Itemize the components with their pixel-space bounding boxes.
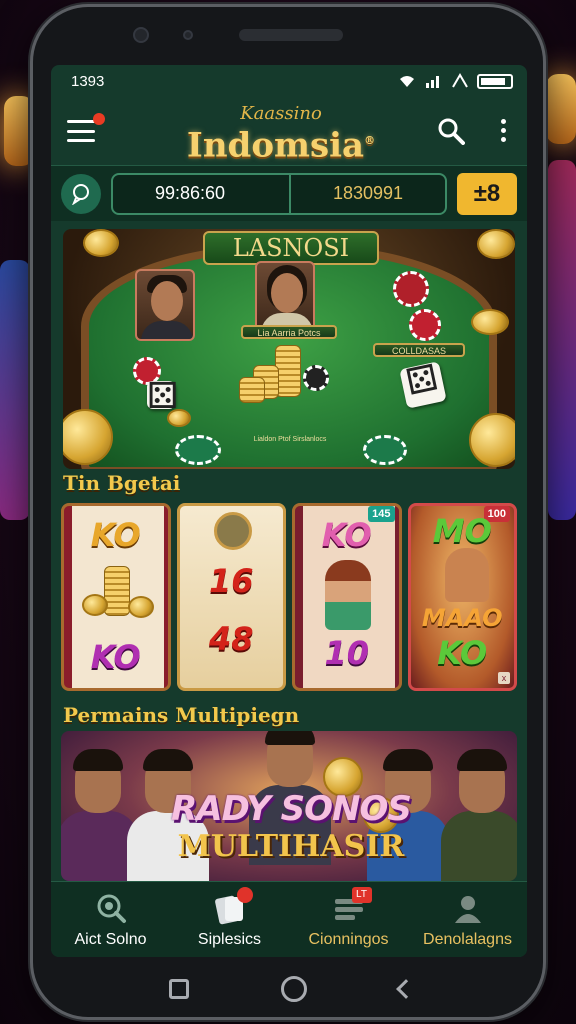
section-title-multiplayer: Permains Multipiegn <box>63 703 300 727</box>
slot-top-label: KO <box>321 516 372 554</box>
nav-label: Aict Solno <box>74 930 147 948</box>
system-navigation-bar <box>33 967 549 1011</box>
nav-label: Cionningos <box>308 930 389 948</box>
multiplayer-subtitle: MULTIHASIR <box>177 829 405 864</box>
back-button[interactable] <box>396 979 416 999</box>
bottom-navigation: Aict Solno Siplesics LT Cionningos Denol… <box>51 881 527 957</box>
balance-display[interactable]: 99:86:60 1830991 <box>111 172 447 215</box>
featured-table-banner[interactable]: LASNOSI Lia Aarria Potcs COLLDASAS Liald… <box>63 229 515 469</box>
recent-apps-button[interactable] <box>169 979 189 999</box>
plaque-right: COLLDASAS <box>373 343 465 357</box>
coin-icon <box>82 594 108 616</box>
slot-bottom-label: 10 <box>324 634 370 672</box>
status-time: 1393 <box>71 72 105 90</box>
coin-icon <box>128 596 154 618</box>
coin-icon <box>471 309 509 335</box>
wifi-icon <box>400 76 414 87</box>
close-icon[interactable]: x <box>498 672 510 684</box>
character-figure <box>444 548 489 602</box>
nav-item-profile[interactable]: Denolalagns <box>408 882 527 957</box>
notification-badge: LT <box>351 886 372 903</box>
banner-title: LASNOSI <box>203 231 379 265</box>
sensor <box>183 30 193 40</box>
player-avatar <box>255 261 315 333</box>
plaque-bottom: Lialdon Ptof Sirslanlocs <box>253 436 327 443</box>
chip-icon <box>363 435 407 465</box>
menu-button[interactable] <box>67 113 105 142</box>
slot-game-card[interactable]: 16 48 <box>176 503 286 691</box>
plaque-center: Lia Aarria Potcs <box>241 325 337 339</box>
slot-games-row: KO KO 16 48 145 KO 10 100 MO MAAO KO x <box>61 503 517 691</box>
nav-label: Siplesics <box>197 930 262 948</box>
notification-badge <box>236 886 253 903</box>
chip-icon <box>303 365 329 391</box>
dice-icon <box>399 361 447 409</box>
app-logo: Kaassino Indomsia® <box>171 103 391 162</box>
coin-icon <box>477 229 515 259</box>
network-icon <box>452 73 468 88</box>
dealer-avatar <box>135 269 195 341</box>
player-portrait <box>61 747 139 881</box>
more-options-icon[interactable] <box>501 119 507 142</box>
account-bar: 99:86:60 1830991 ±8 <box>51 165 527 221</box>
coin-icon <box>83 229 119 257</box>
battery-icon <box>477 73 513 89</box>
logo-main-text: Indomsia® <box>186 125 376 166</box>
chip-icon <box>409 309 441 341</box>
support-icon[interactable] <box>61 173 101 214</box>
list-icon: LT <box>332 886 372 925</box>
cards-icon <box>213 886 253 925</box>
section-title-games: Tin Bgetai <box>63 471 181 495</box>
slot-top-label: MO <box>432 512 492 550</box>
character-emblem <box>213 512 252 550</box>
coin-stack <box>239 377 265 403</box>
status-bar: 1393 <box>51 65 527 97</box>
slot-bottom-label: 48 <box>208 620 254 658</box>
nav-item-promotions[interactable]: LT Cionningos <box>289 882 408 957</box>
dice-icon <box>147 375 175 417</box>
chip-icon <box>175 435 221 465</box>
slot-game-card[interactable]: 145 KO 10 <box>292 503 402 691</box>
user-icon <box>454 895 481 923</box>
balance-right-value: 1830991 <box>332 183 404 203</box>
chip-icon <box>393 271 429 307</box>
player-portrait <box>441 747 517 881</box>
nav-item-search[interactable]: Aict Solno <box>51 882 170 957</box>
search-icon[interactable] <box>437 117 465 145</box>
slot-game-card[interactable]: 100 MO MAAO KO x <box>407 503 517 691</box>
slot-game-card[interactable]: KO KO <box>61 503 171 691</box>
lantern-decoration <box>546 74 576 144</box>
search-icon <box>97 894 126 923</box>
arcade-machine-decoration <box>548 160 576 520</box>
nav-label: Denolalagns <box>423 930 512 948</box>
slot-bottom-label: KO <box>437 634 488 672</box>
speaker-grille <box>239 29 343 41</box>
slot-bottom-label: KO <box>90 638 141 676</box>
balance-left-value: 99:86:60 <box>113 174 291 213</box>
coin-icon <box>167 409 191 427</box>
registered-mark: ® <box>364 134 376 147</box>
nav-item-games[interactable]: Siplesics <box>170 882 289 957</box>
notification-dot <box>93 113 105 125</box>
slot-top-label: KO <box>90 516 141 554</box>
phone-frame: 1393 Kaassino Indomsia® 99:86:60 1830991… <box>30 4 546 1020</box>
logo-script-text: Kaassino <box>240 103 322 124</box>
multiplayer-title: RADY SONOS <box>171 789 412 829</box>
character-figure <box>325 560 371 630</box>
app-header: Kaassino Indomsia® <box>51 97 527 165</box>
slot-middle-label: MAAO <box>421 604 503 632</box>
home-button[interactable] <box>281 976 307 1002</box>
app-screen: 1393 Kaassino Indomsia® 99:86:60 1830991… <box>51 65 527 957</box>
multiplayer-banner[interactable]: RADY SONOS MULTIHASIR <box>61 731 517 881</box>
slot-top-label: 16 <box>208 562 254 600</box>
coin-icon <box>469 413 515 467</box>
camera-lens <box>133 27 149 43</box>
arcade-machine-decoration <box>0 260 30 520</box>
level-badge[interactable]: ±8 <box>457 172 517 215</box>
coin-stack <box>104 566 130 616</box>
signal-icon <box>426 76 439 88</box>
